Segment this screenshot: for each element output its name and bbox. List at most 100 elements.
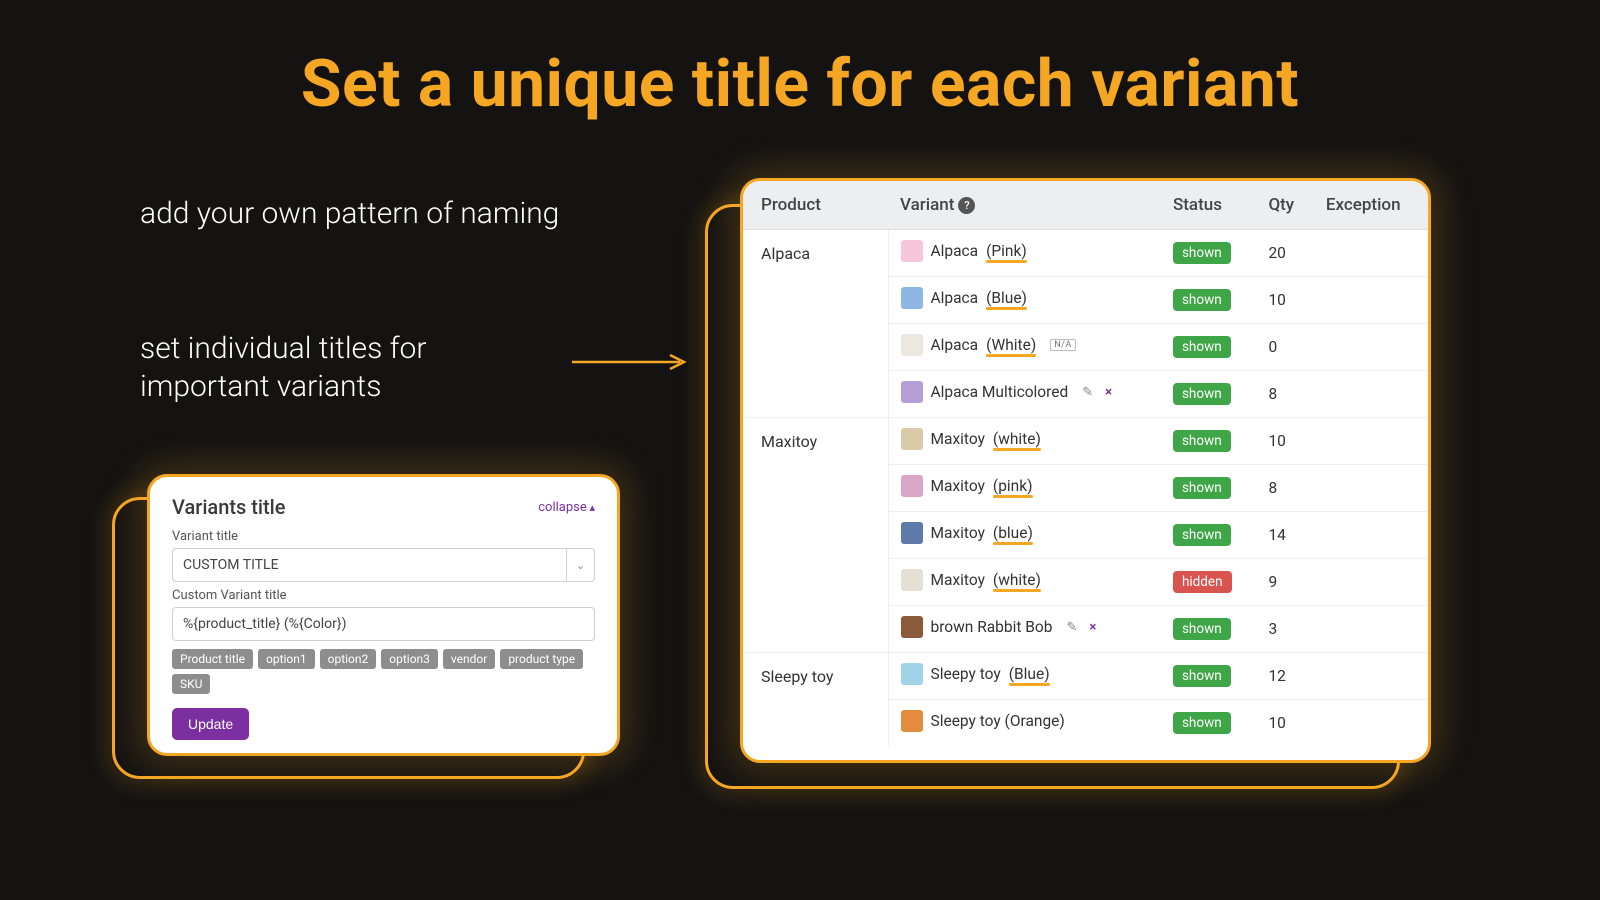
help-icon[interactable]: ? xyxy=(958,197,975,214)
status-cell: shown xyxy=(1161,418,1256,465)
exception-cell xyxy=(1314,606,1428,653)
variant-name-text: Maxitoy xyxy=(931,571,985,589)
qty-cell: 8 xyxy=(1256,465,1313,512)
status-badge: shown xyxy=(1173,618,1231,640)
status-badge: shown xyxy=(1173,289,1231,311)
variant-name-text: Alpaca xyxy=(931,289,979,307)
variant-thumb-icon xyxy=(901,428,923,450)
update-button[interactable]: Update xyxy=(172,708,249,740)
status-cell: shown xyxy=(1161,465,1256,512)
variant-name-text: Alpaca Multicolored xyxy=(931,383,1069,401)
exception-cell xyxy=(1314,700,1428,747)
token-tag[interactable]: option1 xyxy=(258,649,315,669)
qty-cell: 10 xyxy=(1256,277,1313,324)
variant-cell: Sleepy toy (Orange) xyxy=(888,700,1161,747)
variants-table-panel: Product Variant? Status Qty Exception Al… xyxy=(740,178,1431,763)
variant-cell: Alpaca (White)N/A xyxy=(888,324,1161,371)
status-cell: shown xyxy=(1161,700,1256,747)
variants-title-panel: Variants title collapse Variant title CU… xyxy=(147,474,620,756)
qty-cell: 0 xyxy=(1256,324,1313,371)
custom-title-label: Custom Variant title xyxy=(172,588,595,603)
variant-thumb-icon xyxy=(901,287,923,309)
delete-icon[interactable]: × xyxy=(1105,385,1112,400)
arrow-icon xyxy=(572,352,692,372)
variant-cell: brown Rabbit Bob ✎ × xyxy=(888,606,1161,653)
table-row: Sleepy toySleepy toy (Blue)shown12 xyxy=(743,653,1428,700)
variant-cell: Alpaca (Pink) xyxy=(888,230,1161,277)
variant-thumb-icon xyxy=(901,381,923,403)
status-badge: shown xyxy=(1173,242,1231,264)
status-badge: shown xyxy=(1173,383,1231,405)
variant-name-text: Alpaca xyxy=(931,242,979,260)
variant-name-text: Maxitoy xyxy=(931,524,985,542)
col-variant: Variant? xyxy=(888,181,1161,230)
status-badge: hidden xyxy=(1173,571,1232,593)
variant-suffix: (Blue) xyxy=(1009,665,1050,683)
status-badge: shown xyxy=(1173,430,1231,452)
panel-title: Variants title xyxy=(172,495,285,519)
edit-icon[interactable]: ✎ xyxy=(1066,620,1077,635)
token-tag[interactable]: product type xyxy=(500,649,583,669)
status-cell: shown xyxy=(1161,277,1256,324)
variant-name-text: Maxitoy xyxy=(931,477,985,495)
variant-thumb-icon xyxy=(901,663,923,685)
variant-thumb-icon xyxy=(901,522,923,544)
variants-table: Product Variant? Status Qty Exception Al… xyxy=(743,181,1428,746)
variant-title-label: Variant title xyxy=(172,529,595,544)
variant-cell: Alpaca Multicolored ✎ × xyxy=(888,371,1161,418)
token-tags: Product titleoption1option2option3vendor… xyxy=(172,649,595,694)
product-cell: Sleepy toy xyxy=(743,653,888,747)
col-status: Status xyxy=(1161,181,1256,230)
status-badge: shown xyxy=(1173,524,1231,546)
status-cell: shown xyxy=(1161,324,1256,371)
variant-cell: Sleepy toy (Blue) xyxy=(888,653,1161,700)
caption-pattern: add your own pattern of naming xyxy=(140,195,560,233)
collapse-toggle[interactable]: collapse xyxy=(538,500,595,515)
token-tag[interactable]: vendor xyxy=(443,649,495,669)
variant-suffix: (pink) xyxy=(993,477,1033,495)
variant-cell: Maxitoy (white) xyxy=(888,418,1161,465)
table-row: MaxitoyMaxitoy (white)shown10 xyxy=(743,418,1428,465)
variant-name-text: brown Rabbit Bob xyxy=(931,618,1053,636)
exception-cell xyxy=(1314,371,1428,418)
status-cell: shown xyxy=(1161,606,1256,653)
variant-thumb-icon xyxy=(901,334,923,356)
variant-cell: Maxitoy (pink) xyxy=(888,465,1161,512)
token-tag[interactable]: SKU xyxy=(172,674,210,694)
delete-icon[interactable]: × xyxy=(1089,620,1096,635)
col-exception: Exception xyxy=(1314,181,1428,230)
variant-thumb-icon xyxy=(901,475,923,497)
exception-cell xyxy=(1314,230,1428,277)
variant-title-select[interactable]: CUSTOM TITLE ⌄ xyxy=(172,548,595,582)
custom-title-input[interactable]: %{product_title} (%{Color}) xyxy=(172,607,595,641)
chevron-down-icon: ⌄ xyxy=(566,549,594,581)
status-badge: shown xyxy=(1173,712,1231,734)
exception-cell xyxy=(1314,418,1428,465)
exception-cell xyxy=(1314,277,1428,324)
token-tag[interactable]: Product title xyxy=(172,649,253,669)
variant-suffix: (white) xyxy=(993,430,1041,448)
exception-cell xyxy=(1314,324,1428,371)
col-product: Product xyxy=(743,181,888,230)
status-cell: hidden xyxy=(1161,559,1256,606)
exception-cell xyxy=(1314,512,1428,559)
variant-suffix: (Blue) xyxy=(986,289,1027,307)
qty-cell: 9 xyxy=(1256,559,1313,606)
qty-cell: 10 xyxy=(1256,700,1313,747)
variant-name-text: Alpaca xyxy=(931,336,979,354)
variant-cell: Alpaca (Blue) xyxy=(888,277,1161,324)
product-cell: Maxitoy xyxy=(743,418,888,653)
input-value: %{product_title} (%{Color}) xyxy=(183,616,347,632)
token-tag[interactable]: option2 xyxy=(320,649,377,669)
token-tag[interactable]: option3 xyxy=(381,649,438,669)
qty-cell: 20 xyxy=(1256,230,1313,277)
status-badge: shown xyxy=(1173,336,1231,358)
variant-suffix: (Pink) xyxy=(986,242,1027,260)
status-cell: shown xyxy=(1161,653,1256,700)
qty-cell: 8 xyxy=(1256,371,1313,418)
na-badge: N/A xyxy=(1050,339,1076,351)
table-row: AlpacaAlpaca (Pink) shown 20 xyxy=(743,230,1428,277)
edit-icon[interactable]: ✎ xyxy=(1082,385,1093,400)
caption-individual: set individual titles for important vari… xyxy=(140,330,560,405)
variant-name-text: Sleepy toy (Orange) xyxy=(931,712,1065,730)
